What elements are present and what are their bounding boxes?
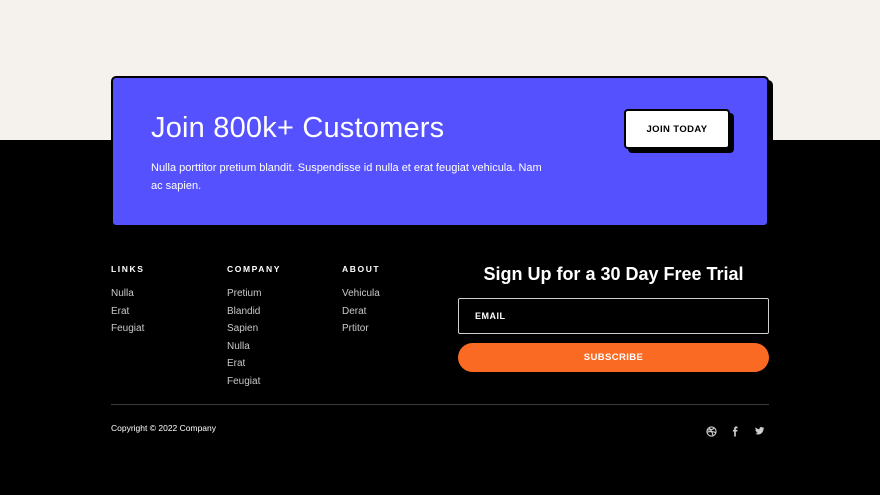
footer-divider [111,404,769,405]
dribbble-icon[interactable] [705,425,717,437]
footer-link[interactable]: Feugiat [111,320,145,338]
footer-link[interactable]: Nulla [111,285,145,303]
subscribe-button[interactable]: SUBSCRIBE [458,343,769,372]
twitter-icon[interactable] [753,425,765,437]
cta-description: Nulla porttitor pretium blandit. Suspend… [151,162,542,192]
about-list: Vehicula Derat Prtitor [342,285,380,338]
footer-link[interactable]: Erat [111,303,145,321]
footer-link[interactable]: Pretium [227,285,281,303]
footer-column-links: LINKS Nulla Erat Feugiat [111,264,145,338]
footer-link[interactable]: Prtitor [342,320,380,338]
join-today-button[interactable]: JOIN TODAY [624,109,730,149]
footer-link[interactable]: Blandid [227,303,281,321]
cta-banner: Join 800k+ Customers Nulla porttitor pre… [111,76,769,227]
links-list: Nulla Erat Feugiat [111,285,145,338]
company-list: Pretium Blandid Sapien Nulla Erat Feugia… [227,285,281,390]
facebook-icon[interactable] [729,425,741,437]
footer-column-about: ABOUT Vehicula Derat Prtitor [342,264,380,338]
signup-title: Sign Up for a 30 Day Free Trial [483,264,744,284]
footer-link[interactable]: Vehicula [342,285,380,303]
column-heading: ABOUT [342,264,381,274]
copyright-text: Copyright © 2022 Company [111,423,217,433]
footer-link[interactable]: Derat [342,303,380,321]
footer-link[interactable]: Feugiat [227,373,281,391]
column-heading: COMPANY [227,264,282,274]
footer-link[interactable]: Erat [227,355,281,373]
footer-link[interactable]: Sapien [227,320,281,338]
cta-title: Join 800k+ Customers [151,112,445,144]
footer-column-company: COMPANY Pretium Blandid Sapien Nulla Era… [227,264,281,390]
email-input[interactable] [458,298,769,334]
column-heading: LINKS [111,264,145,274]
footer-link[interactable]: Nulla [227,338,281,356]
